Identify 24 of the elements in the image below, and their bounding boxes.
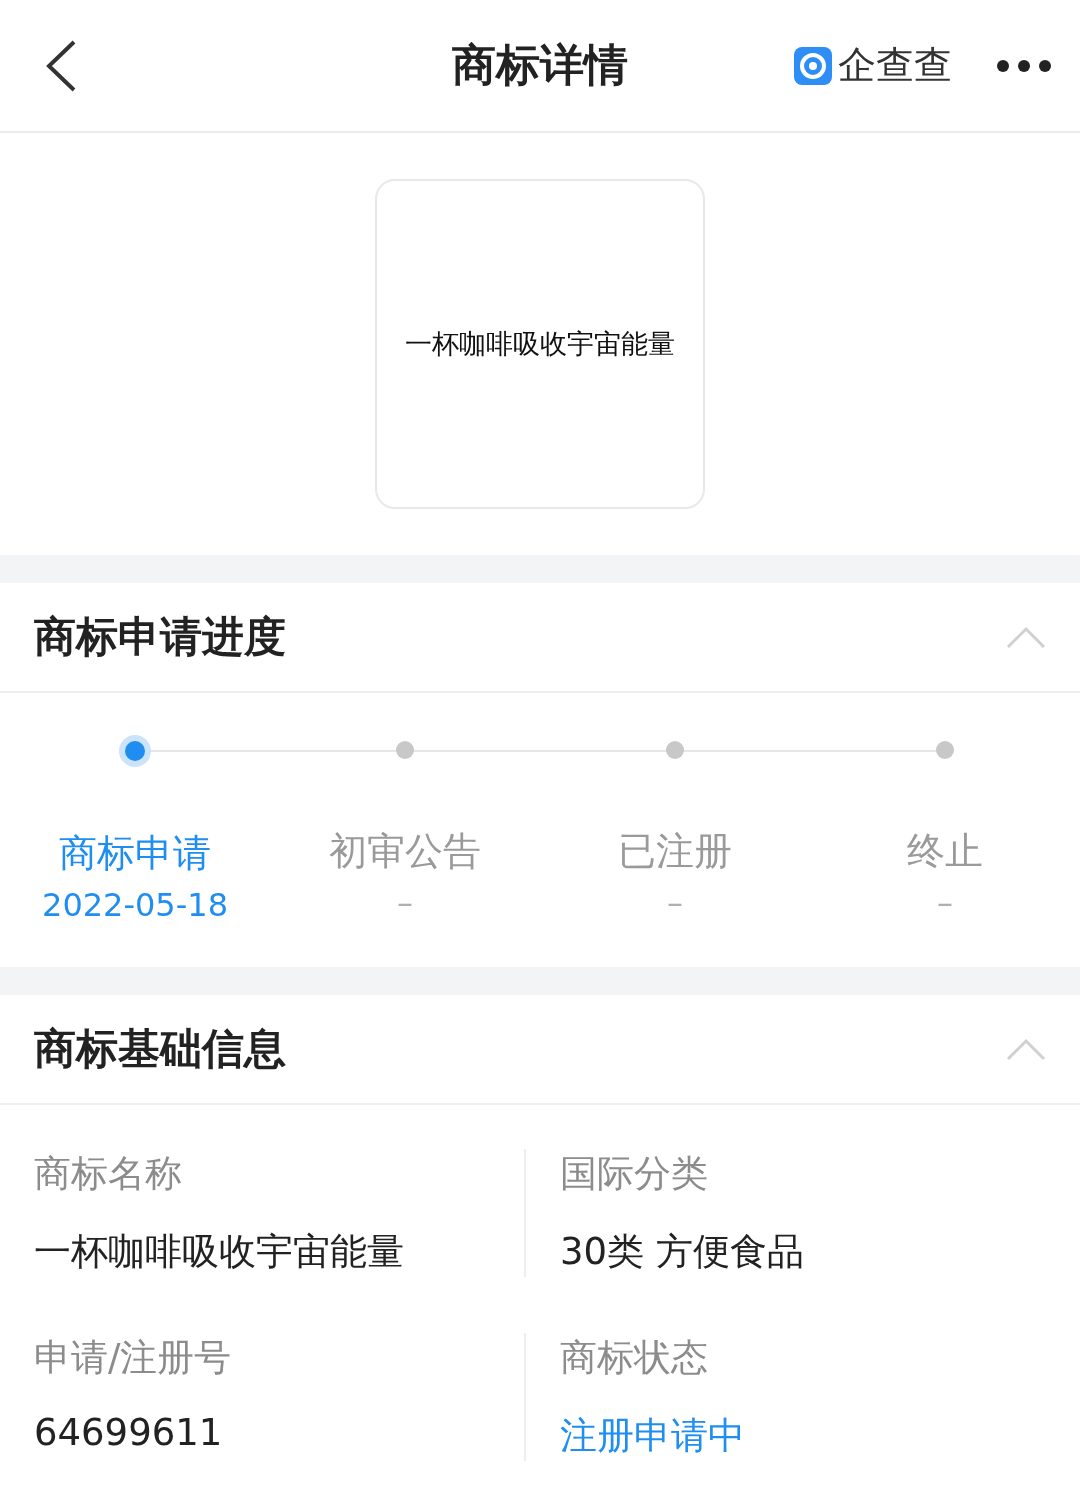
- field-label: 申请/注册号: [34, 1335, 233, 1381]
- field-value: 30类 方便食品: [560, 1229, 805, 1275]
- field-value: 一杯咖啡吸收宇宙能量: [34, 1229, 405, 1275]
- trademark-text: 一杯咖啡吸收宇宙能量: [405, 327, 675, 361]
- step-date: –: [937, 883, 953, 924]
- step-label: 商标申请: [59, 830, 211, 877]
- step-label: 终止: [907, 828, 983, 875]
- more-icon[interactable]: [996, 58, 1052, 73]
- step-date: –: [667, 883, 683, 924]
- status-value: 注册申请中: [560, 1413, 746, 1459]
- section-title: 商标基础信息: [34, 1023, 286, 1075]
- field-label: 国际分类: [560, 1151, 709, 1197]
- brand-name: 企查查: [838, 42, 952, 89]
- step-date: –: [397, 883, 413, 924]
- section-title: 商标申请进度: [34, 611, 286, 663]
- step-label: 初审公告: [329, 828, 481, 875]
- back-icon[interactable]: [44, 38, 78, 93]
- step-date: 2022-05-18: [42, 885, 228, 926]
- field-label: 商标状态: [560, 1335, 709, 1381]
- logo-icon: [794, 46, 832, 85]
- field-label: 商标名称: [34, 1151, 183, 1197]
- field-value: 64699611: [34, 1411, 224, 1454]
- step-label: 已注册: [618, 828, 732, 875]
- page-title: 商标详情: [452, 38, 628, 92]
